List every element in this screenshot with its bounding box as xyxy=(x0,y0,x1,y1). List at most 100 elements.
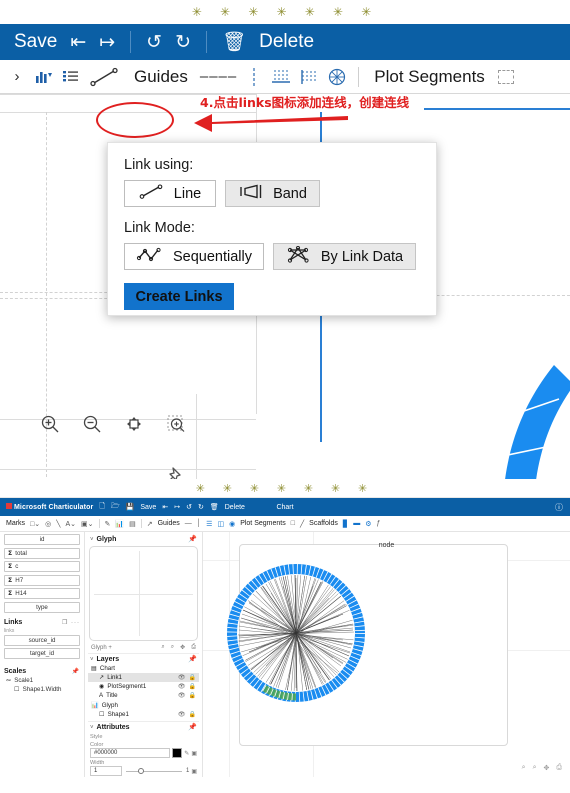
bind-data-icon[interactable]: ▣ xyxy=(191,750,197,757)
link-using-band-button[interactable]: Band xyxy=(225,180,320,207)
scale-child-shape1-width[interactable]: ☐ Shape1.Width xyxy=(14,686,80,693)
zoom-in-icon[interactable]: ⌕ xyxy=(161,644,164,651)
nested-chart-icon[interactable]: 📊 xyxy=(115,520,124,528)
eye-icon[interactable]: 👁 xyxy=(178,711,186,718)
pin-icon[interactable]: 📌 xyxy=(188,535,197,543)
pin-icon[interactable]: 📌 xyxy=(188,723,197,731)
zoom-fit-icon[interactable] xyxy=(124,414,144,439)
eye-icon[interactable]: 👁 xyxy=(178,692,186,699)
zoom-fit-icon[interactable]: ✥ xyxy=(544,764,550,772)
undo-back-icon[interactable]: ⇤ xyxy=(70,33,86,52)
plot-segment-rect-icon[interactable] xyxy=(493,63,519,91)
zoom-in-icon[interactable]: ⌕ xyxy=(522,764,526,772)
create-links-button[interactable]: Create Links xyxy=(124,283,234,310)
chevron-down-icon[interactable]: ˅ xyxy=(90,725,94,731)
lock-icon[interactable]: 🔒 xyxy=(189,674,196,681)
layer-item-chart[interactable]: ▤ Chart xyxy=(88,664,199,673)
glyph-editor-canvas[interactable] xyxy=(89,546,198,641)
scaffold-x-icon[interactable]: ▊ xyxy=(343,520,348,528)
links-icon[interactable]: ↗ xyxy=(147,520,153,528)
scales-pin-icon[interactable]: 📌 xyxy=(72,668,80,675)
chart-canvas[interactable]: node ⌕ ⌕ ✥ ⎙ xyxy=(203,532,570,777)
zoom-selection-icon[interactable] xyxy=(166,414,186,439)
chart-icon[interactable] xyxy=(30,63,57,91)
dataset-field-source-id[interactable]: source_id xyxy=(4,634,80,646)
link-using-line-button[interactable]: Line xyxy=(124,180,216,207)
zoom-selection-icon[interactable]: ⎙ xyxy=(556,764,562,772)
layer-item-plotsegment1[interactable]: ◉ PlotSegment1 👁 🔒 xyxy=(88,682,199,691)
pin-icon[interactable] xyxy=(160,466,182,479)
line-mark-icon[interactable]: ╲ xyxy=(56,520,60,528)
width-value-input[interactable]: 1 xyxy=(90,766,122,776)
dataset-field-target-id[interactable]: target_id xyxy=(4,648,80,659)
undo-icon[interactable]: ↺ xyxy=(146,33,162,52)
guide-x-icon[interactable]: ☰ xyxy=(206,520,212,528)
text-mark-icon[interactable]: A⌄ xyxy=(65,520,76,528)
save-button[interactable]: Save xyxy=(14,31,57,53)
rect-mark-icon[interactable]: □⌄ xyxy=(30,520,40,528)
link-mode-sequentially-button[interactable]: Sequentially xyxy=(124,243,264,270)
canvas-zoom-controls[interactable] xyxy=(40,414,186,439)
layer-item-link1[interactable]: ↗ Link1 👁 🔒 xyxy=(88,673,199,682)
chevron-down-icon[interactable]: ˅ xyxy=(90,657,94,663)
zoom-fit-icon[interactable]: ✥ xyxy=(180,644,185,651)
eye-icon[interactable]: 👁 xyxy=(178,674,186,681)
guides-x-icon[interactable] xyxy=(267,63,295,91)
scaffold-curve-icon[interactable]: ƒ xyxy=(377,520,381,527)
guides-y-icon[interactable] xyxy=(295,63,323,91)
color-value-input[interactable]: #000000 xyxy=(90,748,171,758)
redo-forward-icon[interactable]: ↦ xyxy=(99,33,115,52)
legend-icon[interactable] xyxy=(57,63,84,91)
dataset-field-type[interactable]: type xyxy=(4,601,80,613)
zoom-selection-icon[interactable]: ⎙ xyxy=(191,644,196,651)
guide-polar-icon[interactable]: ◉ xyxy=(229,520,235,528)
dataset-field-id[interactable]: id xyxy=(4,534,80,545)
scaffold-curve-line-icon[interactable]: ╱ xyxy=(300,520,304,528)
zoom-in-icon[interactable] xyxy=(40,414,60,439)
layer-item-title[interactable]: A Title 👁 🔒 xyxy=(88,691,199,700)
eyedropper-icon[interactable]: ✎ xyxy=(184,750,189,757)
trash-icon[interactable]: 🗑 xyxy=(222,33,246,52)
redo-icon[interactable]: ↻ xyxy=(175,33,191,52)
layer-item-glyph[interactable]: 📊 Glyph xyxy=(88,700,199,710)
delete-button[interactable]: Delete xyxy=(259,31,314,53)
lock-icon[interactable]: 🔒 xyxy=(189,711,196,718)
chevron-down-icon[interactable]: ˅ xyxy=(90,537,94,543)
help-icon[interactable]: ⓘ xyxy=(555,502,563,513)
dataset-field-c[interactable]: Σc xyxy=(4,561,80,572)
links-icon[interactable] xyxy=(84,63,126,91)
add-glyph-button[interactable]: + xyxy=(108,645,112,651)
color-swatch[interactable] xyxy=(172,748,183,758)
plot-segment-icon[interactable]: □ xyxy=(291,520,295,527)
zoom-out-icon[interactable] xyxy=(82,414,102,439)
dataset-field-total[interactable]: Σtotal xyxy=(4,547,80,559)
guide-y-icon[interactable]: ◫ xyxy=(217,520,224,528)
eye-icon[interactable]: 👁 xyxy=(178,683,186,690)
links-popup-dialog[interactable]: Link using: Line Band Link Mode: Sequent… xyxy=(107,142,437,316)
scaffold-y-icon[interactable]: ▬ xyxy=(353,520,360,527)
width-slider[interactable] xyxy=(124,766,184,776)
dataset-field-h7[interactable]: Σ H7 xyxy=(4,574,80,586)
layer-item-shape1[interactable]: ☐ Shape1 👁 🔒 xyxy=(88,710,199,719)
image-mark-icon[interactable]: ▣⌄ xyxy=(81,520,93,528)
guide-horizontal-icon[interactable]: — xyxy=(185,520,192,527)
guide-horizontal-icon[interactable]: ‒‒‒‒ xyxy=(196,63,241,91)
chart-zoom-controls[interactable]: ⌕ ⌕ ✥ ⎙ xyxy=(522,764,562,772)
zoom-out-icon[interactable]: ⌕ xyxy=(533,764,537,772)
dataset-field-h14[interactable]: Σ H14 xyxy=(4,588,80,599)
bind-data-icon[interactable]: ▣ xyxy=(191,768,197,775)
guide-vertical-icon[interactable] xyxy=(241,63,267,91)
guides-polar-icon[interactable] xyxy=(323,63,351,91)
scale-item-scale1[interactable]: ∾ Scale1 xyxy=(6,677,80,684)
zoom-out-icon[interactable]: ⌕ xyxy=(171,644,174,651)
guide-vertical-icon[interactable]: │ xyxy=(197,520,201,527)
lock-icon[interactable]: 🔒 xyxy=(189,683,196,690)
data-axis-icon[interactable]: ✎ xyxy=(105,520,111,528)
lock-icon[interactable]: 🔒 xyxy=(189,692,196,699)
links-section-tools[interactable]: ❐ ··· xyxy=(62,619,80,626)
pin-icon[interactable]: 📌 xyxy=(188,655,197,663)
legend-icon[interactable]: ▤ xyxy=(129,520,136,528)
symbol-mark-icon[interactable]: ◎ xyxy=(45,520,51,528)
toolbar-overflow-chevron-icon[interactable]: › xyxy=(4,63,30,91)
scaffold-polar-icon[interactable]: ⚙ xyxy=(365,520,371,528)
